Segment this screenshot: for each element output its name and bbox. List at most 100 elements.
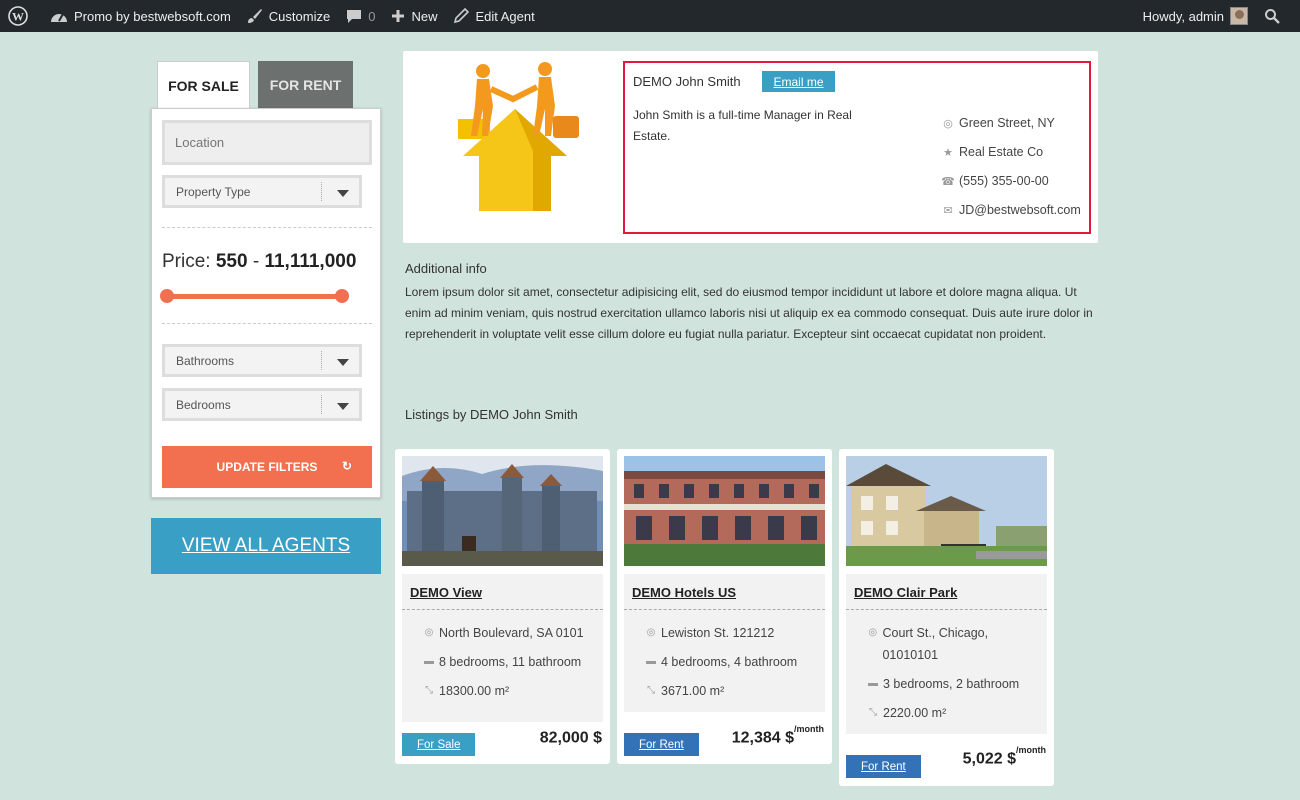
agent-company-text: Real Estate Co [959, 145, 1044, 159]
agent-info-panel: DEMO John Smith Email me John Smith is a… [623, 61, 1091, 234]
for-rent-badge[interactable]: For Rent [846, 755, 921, 778]
howdy-text: Howdy, admin [1142, 8, 1224, 24]
property-type-value: Property Type [176, 184, 251, 199]
bed-icon: ▬ [424, 656, 434, 667]
resize-icon: ⤡ [869, 707, 877, 718]
view-all-agents-button[interactable]: VIEW ALL AGENTS [151, 518, 381, 574]
agent-email-text[interactable]: JD@bestwebsoft.com [959, 203, 1081, 217]
listing-card[interactable]: DEMO View ◎ North Boulevard, SA 0101 ▬ 8 b… [395, 449, 610, 764]
agent-description: John Smith is a full-time Manager in Rea… [633, 108, 852, 143]
chevron-down-icon [337, 403, 349, 410]
for-sale-badge[interactable]: For Sale [402, 733, 476, 756]
listing-title-link[interactable]: DEMO View [410, 585, 482, 600]
bed-icon: ▬ [646, 656, 656, 667]
edit-agent-label: Edit Agent [475, 8, 535, 24]
property-type-select[interactable]: Property Type [162, 175, 362, 208]
select-divider [321, 351, 322, 370]
listing-price: 5,022 $/month [962, 745, 1046, 768]
listing-address-text: North Boulevard, SA 0101 [439, 626, 584, 640]
agent-photo [458, 62, 579, 211]
listing-price-suffix: /month [794, 724, 824, 734]
price-slider-track[interactable] [167, 294, 342, 299]
admin-search-button[interactable] [1256, 0, 1300, 32]
new-content-link[interactable]: New [383, 0, 445, 32]
listing-card[interactable]: DEMO Clair Park ◎ Court St., Chicago, 010… [839, 449, 1054, 786]
customize-link[interactable]: Customize [239, 0, 338, 32]
bathrooms-select[interactable]: Bathrooms [162, 344, 362, 377]
listing-price-suffix: /month [1016, 745, 1046, 755]
listing-photo[interactable] [624, 456, 825, 566]
dashboard-icon [51, 13, 67, 22]
price-separator: - [252, 251, 260, 272]
listing-rooms: ▬ 8 bedrooms, 11 bathroom [422, 651, 597, 673]
resize-icon: ⤡ [425, 685, 433, 696]
phone-icon: ☎ [941, 175, 955, 188]
listing-title-link[interactable]: DEMO Clair Park [854, 585, 957, 600]
select-divider [321, 395, 322, 414]
divider [162, 323, 372, 324]
refresh-icon: ↻ [341, 459, 352, 473]
globe-icon: ◎ [424, 627, 434, 638]
comments-link[interactable]: 0 [338, 0, 383, 32]
additional-info-title: Additional info [405, 261, 487, 276]
additional-info-text: Lorem ipsum dolor sit amet, consectetur … [405, 285, 1093, 341]
listing-area: ⤡ 3671.00 m² [644, 680, 819, 702]
search-icon [1265, 9, 1280, 24]
chevron-down-icon [337, 359, 349, 366]
listing-price: 12,384 $/month [732, 724, 824, 747]
edit-agent-link[interactable]: Edit Agent [445, 0, 542, 32]
new-label: New [411, 8, 438, 24]
bedrooms-select[interactable]: Bedrooms [162, 388, 362, 421]
admin-bar: W Promo by bestwebsoft.com Customize 0 N… [0, 0, 1300, 32]
pencil-icon [454, 8, 470, 24]
site-name-link[interactable]: Promo by bestwebsoft.com [42, 0, 239, 32]
listing-rooms-text: 3 bedrooms, 2 bathroom [883, 677, 1020, 691]
for-rent-badge[interactable]: For Rent [624, 733, 699, 756]
agent-email: ✉ JD@bestwebsoft.com [941, 203, 1081, 217]
avatar [1230, 7, 1248, 25]
bedrooms-value: Bedrooms [176, 397, 231, 412]
divider [846, 609, 1047, 610]
listing-title-link[interactable]: DEMO Hotels US [632, 585, 736, 600]
divider [162, 227, 372, 228]
listing-address-text: Lewiston St. 121212 [661, 626, 775, 640]
listing-price-value: 5,022 $ [962, 750, 1016, 768]
divider [402, 609, 603, 610]
listing-photo[interactable] [846, 456, 1047, 566]
agent-phone: ☎ (555) 355-00-00 [941, 174, 1049, 188]
price-slider-min-handle[interactable] [160, 289, 174, 303]
agent-address-text: Green Street, NY [959, 116, 1055, 130]
update-filters-label: UPDATE FILTERS [216, 460, 318, 474]
listing-address: ◎ North Boulevard, SA 0101 [422, 622, 597, 644]
chevron-down-icon [337, 190, 349, 197]
globe-icon: ◎ [646, 627, 656, 638]
email-me-button[interactable]: Email me [762, 71, 835, 92]
svg-text:W: W [12, 10, 24, 24]
update-filters-button[interactable]: UPDATE FILTERS ↻ [162, 446, 372, 488]
plus-icon [392, 10, 405, 22]
tab-for-rent[interactable]: FOR RENT [258, 61, 353, 109]
agent-address: ◎ Green Street, NY [941, 116, 1055, 130]
listing-address: ◎ Court St., Chicago, 01010101 [866, 622, 1041, 666]
listing-photo[interactable] [402, 456, 603, 566]
wordpress-logo-button[interactable]: W [0, 0, 42, 32]
brush-icon [247, 9, 262, 23]
price-max: 11,111,000 [264, 251, 357, 272]
comments-count: 0 [368, 8, 376, 24]
globe-icon: ◎ [868, 627, 878, 638]
pin-icon: ★ [943, 146, 953, 159]
listings-title: Listings by DEMO John Smith [405, 407, 578, 422]
divider [624, 609, 825, 610]
globe-icon: ◎ [943, 117, 953, 130]
wordpress-icon: W [8, 6, 28, 26]
location-input[interactable] [162, 120, 372, 165]
listing-details: DEMO View ◎ North Boulevard, SA 0101 ▬ 8 b… [402, 574, 603, 722]
tab-for-sale[interactable]: FOR SALE [157, 61, 250, 110]
listing-card[interactable]: DEMO Hotels US ◎ Lewiston St. 121212 ▬ 4 b… [617, 449, 832, 764]
listing-area-text: 2220.00 m² [883, 706, 947, 720]
price-min: 550 [215, 251, 248, 272]
listing-details: DEMO Hotels US ◎ Lewiston St. 121212 ▬ 4 b… [624, 574, 825, 712]
price-slider-max-handle[interactable] [335, 289, 349, 303]
agent-name: DEMO John Smith [633, 74, 741, 89]
account-menu[interactable]: Howdy, admin [1135, 0, 1256, 32]
